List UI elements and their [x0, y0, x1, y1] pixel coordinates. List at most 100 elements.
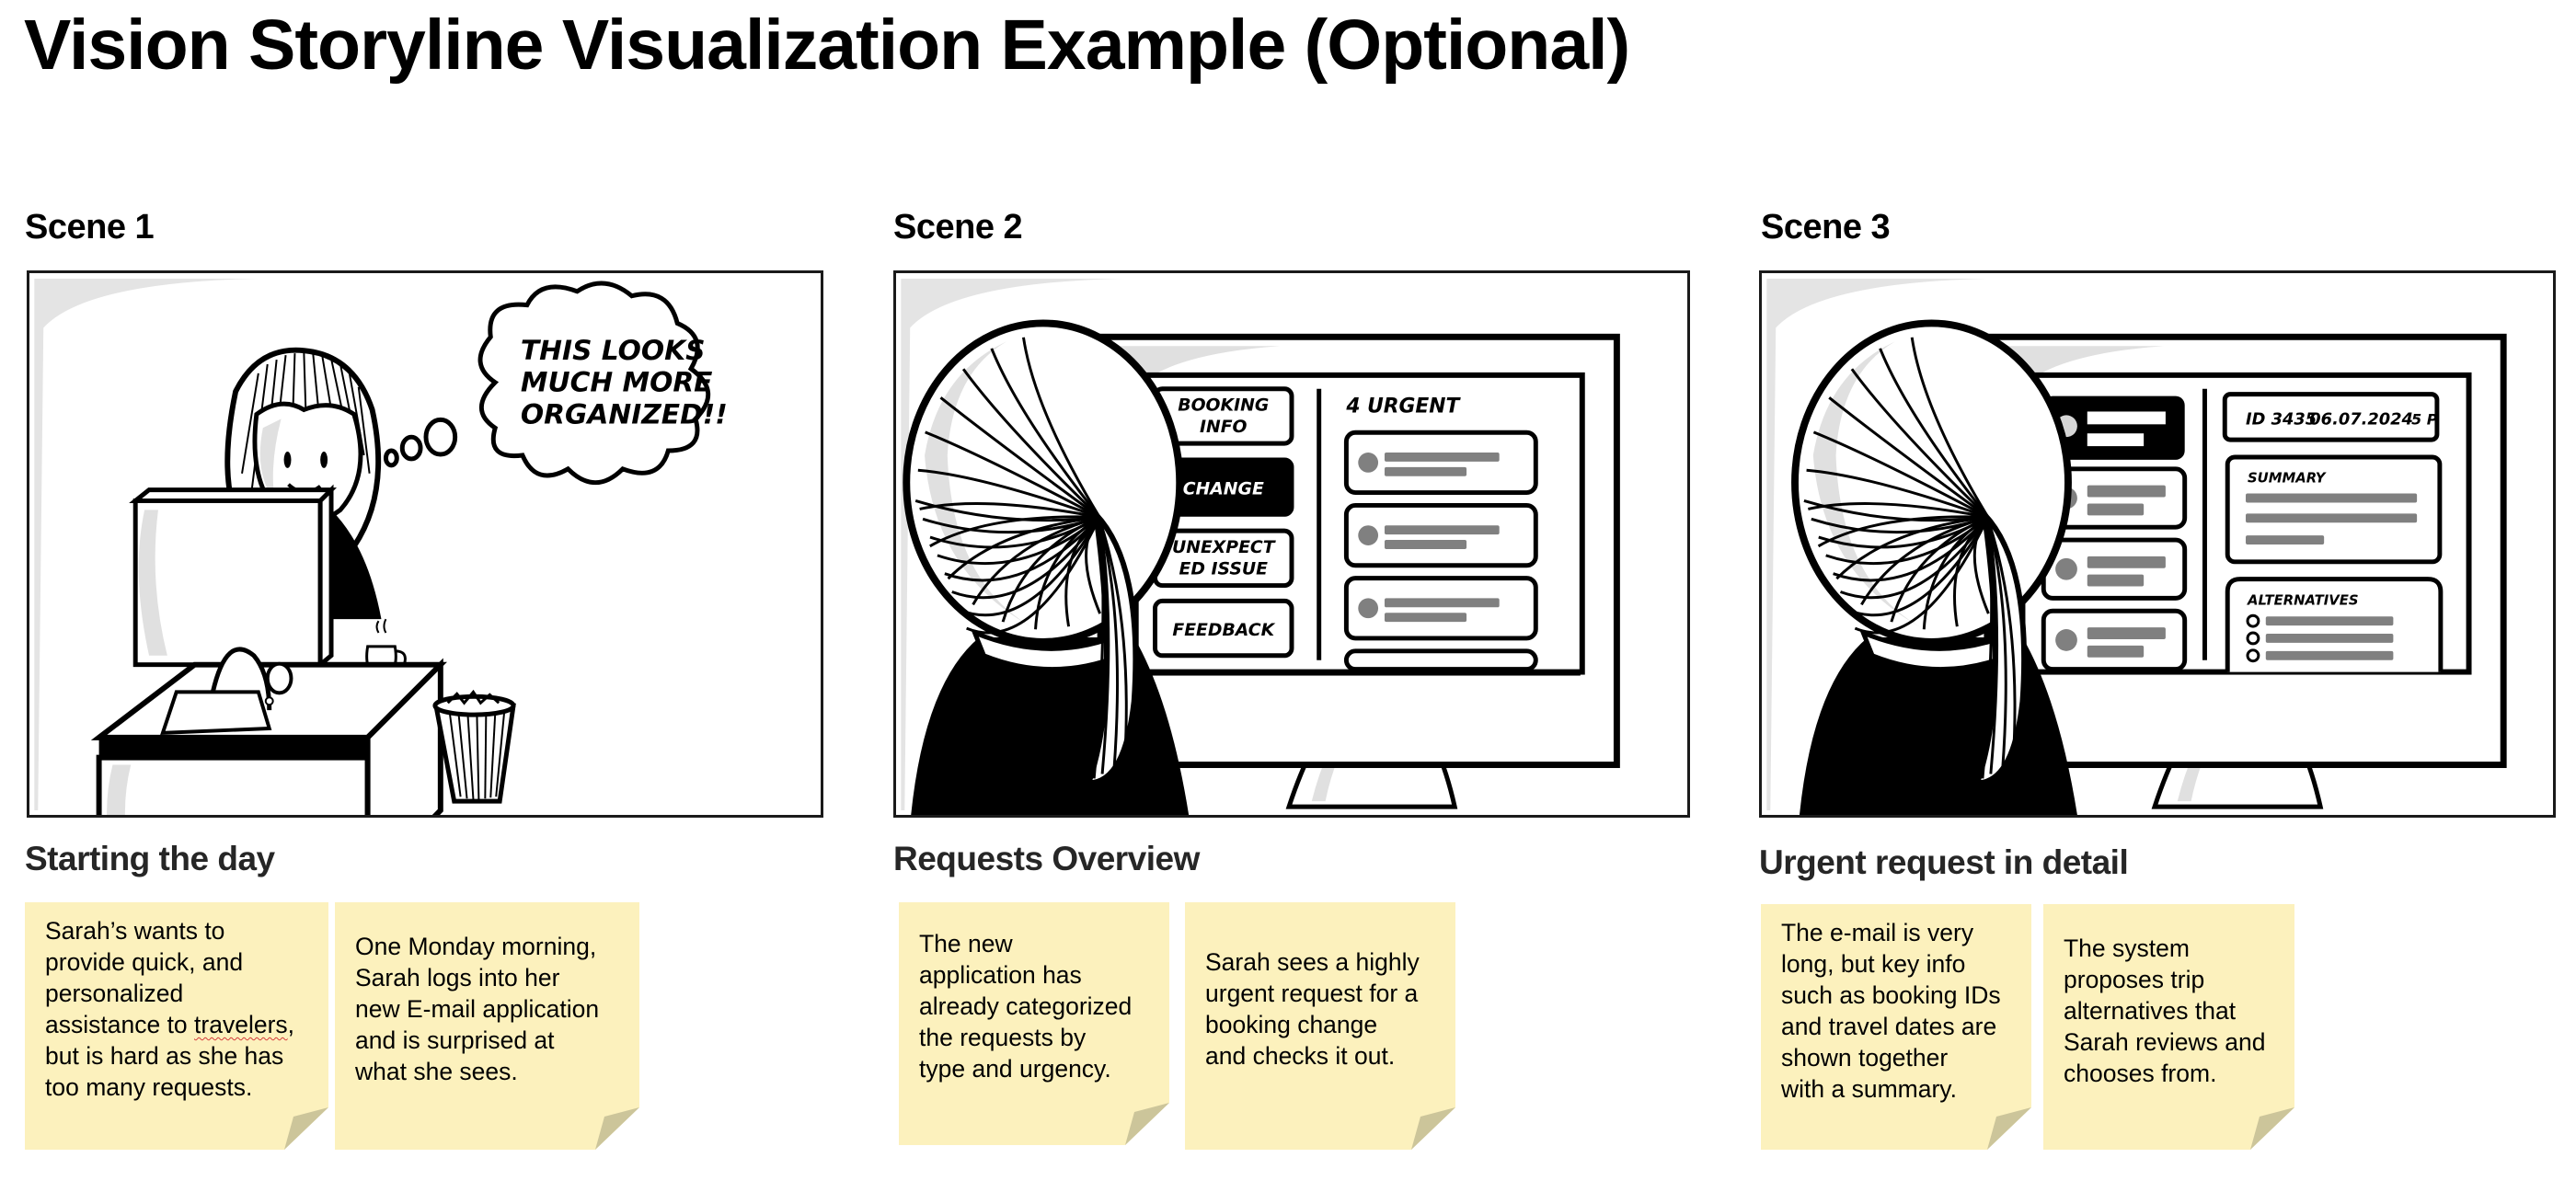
category-change-label: CHANGE	[1183, 480, 1264, 499]
booking-date: 06.07.2024	[2309, 409, 2413, 429]
note-line: type and urgency.	[919, 1055, 1111, 1083]
note-line: new E-mail application	[355, 995, 600, 1023]
thought-line-2: MUCH MORE	[521, 367, 713, 399]
note-line: what she sees.	[355, 1058, 518, 1085]
scene-1-illustration: THIS LOOKS MUCH MORE ORGANIZED!!	[27, 270, 823, 818]
page-curl-icon	[1125, 1103, 1169, 1145]
note-line: and is surprised at	[355, 1026, 555, 1054]
note-line: Sarah’s wants to	[45, 917, 225, 945]
radio-button[interactable]	[2246, 613, 2260, 628]
sticky-text: The new application has already categori…	[919, 928, 1160, 1084]
summary-label: SUMMARY	[2248, 471, 2327, 487]
scene-2-label: Scene 2	[893, 208, 1023, 246]
sticky-note: The e-mail is very long, but key info su…	[1761, 904, 2031, 1150]
sticky-note: The system proposes trip alternatives th…	[2043, 904, 2294, 1150]
scene-3-illustration: ID 3435 06.07.2024 5 P SUMMARY ALTERNATI…	[1759, 270, 2556, 818]
category-unexpected-line-2: ED ISSUE	[1179, 560, 1269, 579]
avatar-placeholder	[1358, 525, 1379, 545]
urgent-request-list	[1343, 430, 1538, 672]
note-line: The new	[919, 930, 1013, 957]
note-line: such as booking IDs	[1781, 981, 2001, 1009]
note-line: long, but key info	[1781, 950, 1966, 978]
radio-button[interactable]	[2246, 648, 2260, 663]
category-booking-info-line-1: BOOKING	[1178, 395, 1269, 415]
person-sarah-back	[1791, 319, 2077, 815]
radio-button[interactable]	[2246, 631, 2260, 646]
page-curl-icon	[2250, 1107, 2294, 1150]
thought-line-1: THIS LOOKS	[521, 335, 706, 367]
sticky-note: The new application has already categori…	[899, 902, 1169, 1145]
note-line: urgent request for a	[1205, 980, 1419, 1007]
note-line: and checks it out.	[1205, 1042, 1396, 1070]
note-line: shown together	[1781, 1044, 1949, 1072]
urgent-request-card[interactable]	[1343, 648, 1538, 672]
note-line: chooses from.	[2064, 1060, 2217, 1087]
alternatives-label: ALTERNATIVES	[2247, 592, 2359, 608]
person-sarah-back	[903, 319, 1190, 815]
scene-2-title: Requests Overview	[893, 840, 1200, 877]
alternative-option[interactable]	[2246, 631, 2394, 646]
request-item[interactable]	[2041, 537, 2188, 601]
computer-monitor	[129, 484, 338, 670]
sticky-note: Sarah’s wants to provide quick, and pers…	[25, 902, 328, 1150]
sticky-note: One Monday morning, Sarah logs into her …	[335, 902, 639, 1150]
scene-2-illustration: BOOKING INFO CHANGE UNEXPECT ED ISSUE FE…	[893, 270, 1690, 818]
category-unexpected-line-1: UNEXPECT	[1172, 538, 1277, 557]
misspelled-word[interactable]: travelers	[194, 1011, 288, 1038]
sticky-text: One Monday morning, Sarah logs into her …	[355, 931, 630, 1087]
scene-1-label: Scene 1	[25, 208, 155, 246]
note-line: application has	[919, 961, 1082, 989]
note-line: booking change	[1205, 1011, 1378, 1038]
urgent-request-card[interactable]	[1343, 430, 1538, 496]
note-line: the requests by	[919, 1024, 1087, 1051]
avatar-placeholder	[1358, 598, 1379, 619]
thought-line-3: ORGANIZED!!	[521, 398, 728, 430]
note-line: Sarah reviews and	[2064, 1028, 2266, 1056]
alternative-option[interactable]	[2246, 648, 2394, 663]
desk	[90, 647, 447, 815]
sticky-text: Sarah’s wants to provide quick, and pers…	[45, 915, 319, 1103]
sticky-text: The system proposes trip alternatives th…	[2064, 933, 2285, 1089]
page-curl-icon	[284, 1107, 328, 1150]
page-curl-icon	[1411, 1107, 1455, 1150]
scene-2-drawing: BOOKING INFO CHANGE UNEXPECT ED ISSUE FE…	[901, 278, 1620, 815]
scene-3-drawing: ID 3435 06.07.2024 5 P SUMMARY ALTERNATI…	[1766, 278, 2507, 815]
scene-3-title: Urgent request in detail	[1759, 843, 2129, 881]
page-title: Vision Storyline Visualization Example (…	[24, 6, 1630, 85]
urgent-request-card[interactable]	[1343, 576, 1538, 641]
scene-1-drawing: THIS LOOKS MUCH MORE ORGANIZED!!	[34, 278, 728, 815]
note-line: too many requests.	[45, 1073, 253, 1101]
request-item[interactable]	[2041, 608, 2188, 672]
note-line: personalized	[45, 980, 184, 1007]
note-line-prefix: assistance to	[45, 1011, 195, 1038]
category-booking-info-line-2: INFO	[1200, 418, 1248, 437]
category-feedback-label: FEEDBACK	[1172, 621, 1275, 640]
note-line: alternatives that	[2064, 997, 2237, 1025]
urgent-request-card[interactable]	[1343, 502, 1538, 568]
note-line: already categorized	[919, 992, 1133, 1020]
note-line: provide quick, and	[45, 948, 244, 976]
scene-1-title: Starting the day	[25, 840, 275, 877]
sticky-text: Sarah sees a highly urgent request for a…	[1205, 946, 1446, 1072]
note-line: The e-mail is very	[1781, 919, 1974, 946]
note-line: One Monday morning,	[355, 933, 597, 960]
note-line: Sarah logs into her	[355, 964, 560, 991]
booking-id: ID 3435	[2246, 409, 2317, 429]
alternative-option[interactable]	[2246, 613, 2394, 628]
note-line: The system	[2064, 934, 2190, 962]
sticky-note: Sarah sees a highly urgent request for a…	[1185, 902, 1455, 1150]
trash-can	[432, 689, 516, 804]
note-line: Sarah sees a highly	[1205, 948, 1420, 976]
note-line: and travel dates are	[1781, 1013, 1997, 1040]
avatar-placeholder	[1358, 453, 1379, 473]
note-line: but is hard as she has	[45, 1042, 284, 1070]
scene-3-label: Scene 3	[1761, 208, 1891, 246]
sticky-text: The e-mail is very long, but key info su…	[1781, 917, 2022, 1105]
urgent-list-header: 4 URGENT	[1345, 395, 1461, 418]
note-line-suffix: ,	[287, 1011, 295, 1038]
page-curl-icon	[595, 1107, 639, 1150]
note-line: with a summary.	[1781, 1075, 1957, 1103]
page-curl-icon	[1987, 1107, 2031, 1150]
note-line: assistance to travelers,	[45, 1009, 319, 1040]
booking-people: 5 P	[2411, 410, 2438, 428]
